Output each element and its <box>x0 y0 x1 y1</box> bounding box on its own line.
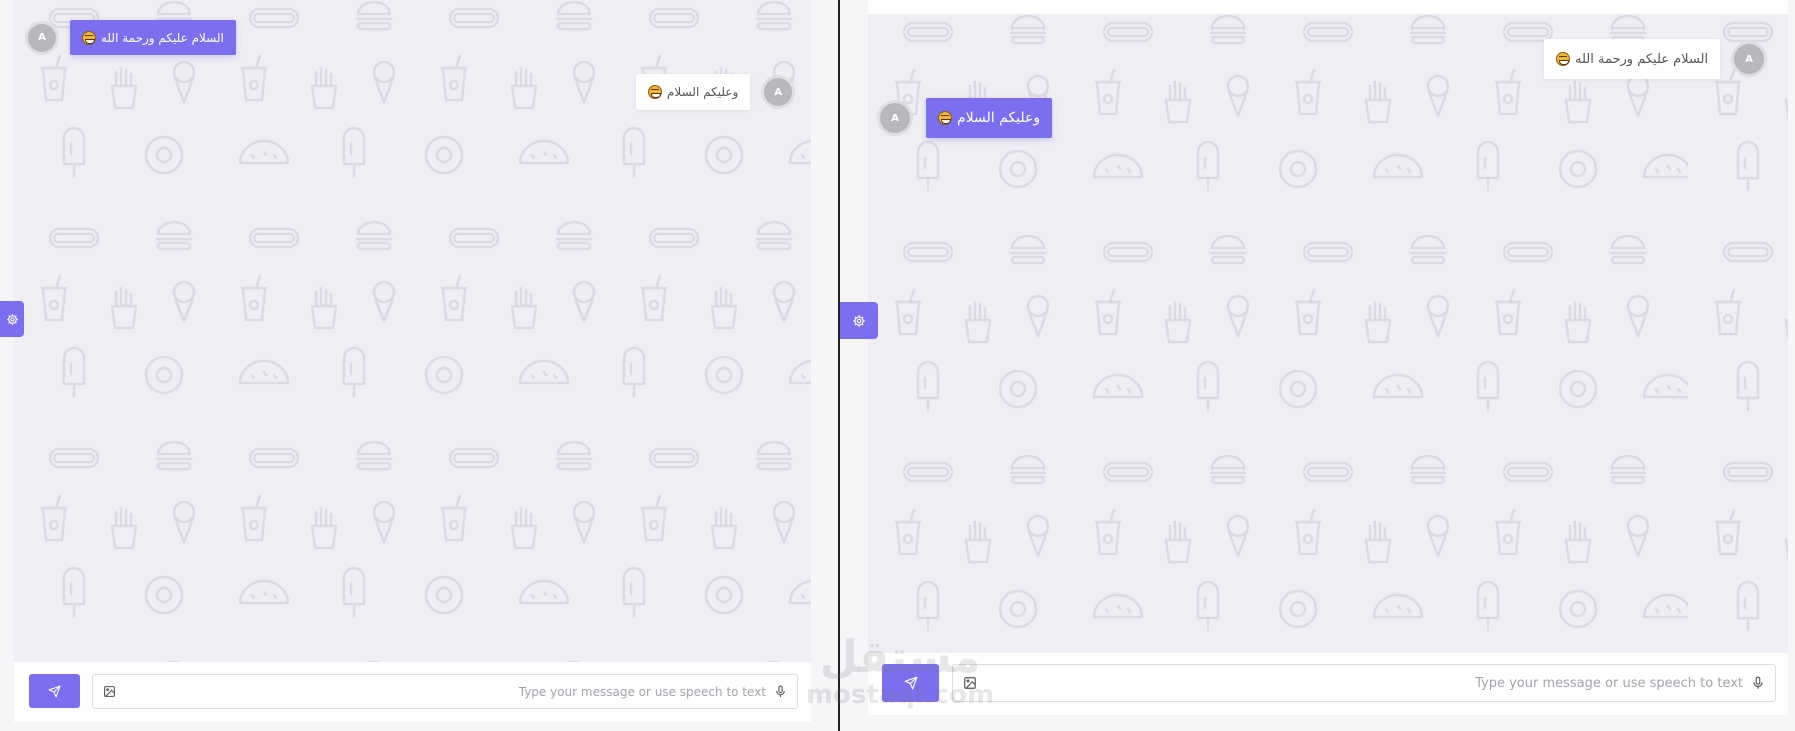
message-row-received: A السلام عليكم ورحمة الله <box>1544 39 1765 79</box>
message-row-sent: A السلام عليكم ورحمة الله <box>28 20 236 55</box>
send-button[interactable] <box>29 674 80 708</box>
screenshot-root: A السلام عليكم ورحمة الله A وعليكم السلا… <box>0 0 1795 731</box>
grinning-emoji-icon <box>938 111 952 125</box>
message-bubble-sent: السلام عليكم ورحمة الله <box>70 20 236 55</box>
message-input-placeholder: Type your message or use speech to text <box>1475 675 1743 691</box>
message-row-received: A وعليكم السلام <box>636 74 793 110</box>
message-text: وعليكم السلام <box>957 110 1041 126</box>
image-attach-icon[interactable] <box>103 685 116 698</box>
settings-toggle-button[interactable] <box>0 301 24 337</box>
grinning-emoji-icon <box>82 30 96 45</box>
mostaql-watermark: مستقل mostaql.com <box>800 632 1000 710</box>
message-text: السلام عليكم ورحمة الله <box>101 30 224 45</box>
avatar: A <box>880 103 910 133</box>
avatar: A <box>28 23 56 52</box>
settings-gear-icon <box>853 314 865 327</box>
microphone-icon[interactable] <box>1751 676 1765 690</box>
avatar: A <box>1734 44 1765 74</box>
grinning-emoji-icon <box>1556 52 1570 66</box>
message-input[interactable]: Type your message or use speech to text <box>952 664 1776 702</box>
right-chat-pane: A السلام عليكم ورحمة الله A وعليكم السلا… <box>838 0 1795 731</box>
watermark-arabic: مستقل <box>819 632 981 683</box>
settings-toggle-button[interactable] <box>840 302 878 339</box>
microphone-icon[interactable] <box>774 685 787 698</box>
watermark-latin: mostaql.com <box>805 680 995 710</box>
grinning-emoji-icon <box>648 85 662 99</box>
message-text: السلام عليكم ورحمة الله <box>1575 51 1709 67</box>
message-bubble-sent: وعليكم السلام <box>926 98 1053 138</box>
right-chat-messages-area[interactable]: A السلام عليكم ورحمة الله A وعليكم السلا… <box>868 14 1788 653</box>
message-row-sent: A وعليكم السلام <box>880 98 1053 138</box>
message-input[interactable]: Type your message or use speech to text <box>92 674 798 709</box>
message-bubble-received: وعليكم السلام <box>636 74 751 110</box>
message-bubble-received: السلام عليكم ورحمة الله <box>1544 39 1721 79</box>
left-chat-messages-area[interactable]: A السلام عليكم ورحمة الله A وعليكم السلا… <box>14 0 811 662</box>
settings-gear-icon <box>6 313 18 325</box>
right-message-composer: Type your message or use speech to text <box>868 653 1788 715</box>
left-chat-pane: A السلام عليكم ورحمة الله A وعليكم السلا… <box>0 0 838 731</box>
message-input-placeholder: Type your message or use speech to text <box>518 684 766 699</box>
right-top-bar <box>868 0 1788 14</box>
message-text: وعليكم السلام <box>667 85 739 99</box>
send-icon <box>48 685 61 697</box>
avatar: A <box>764 78 793 106</box>
left-message-composer: Type your message or use speech to text <box>14 662 811 722</box>
